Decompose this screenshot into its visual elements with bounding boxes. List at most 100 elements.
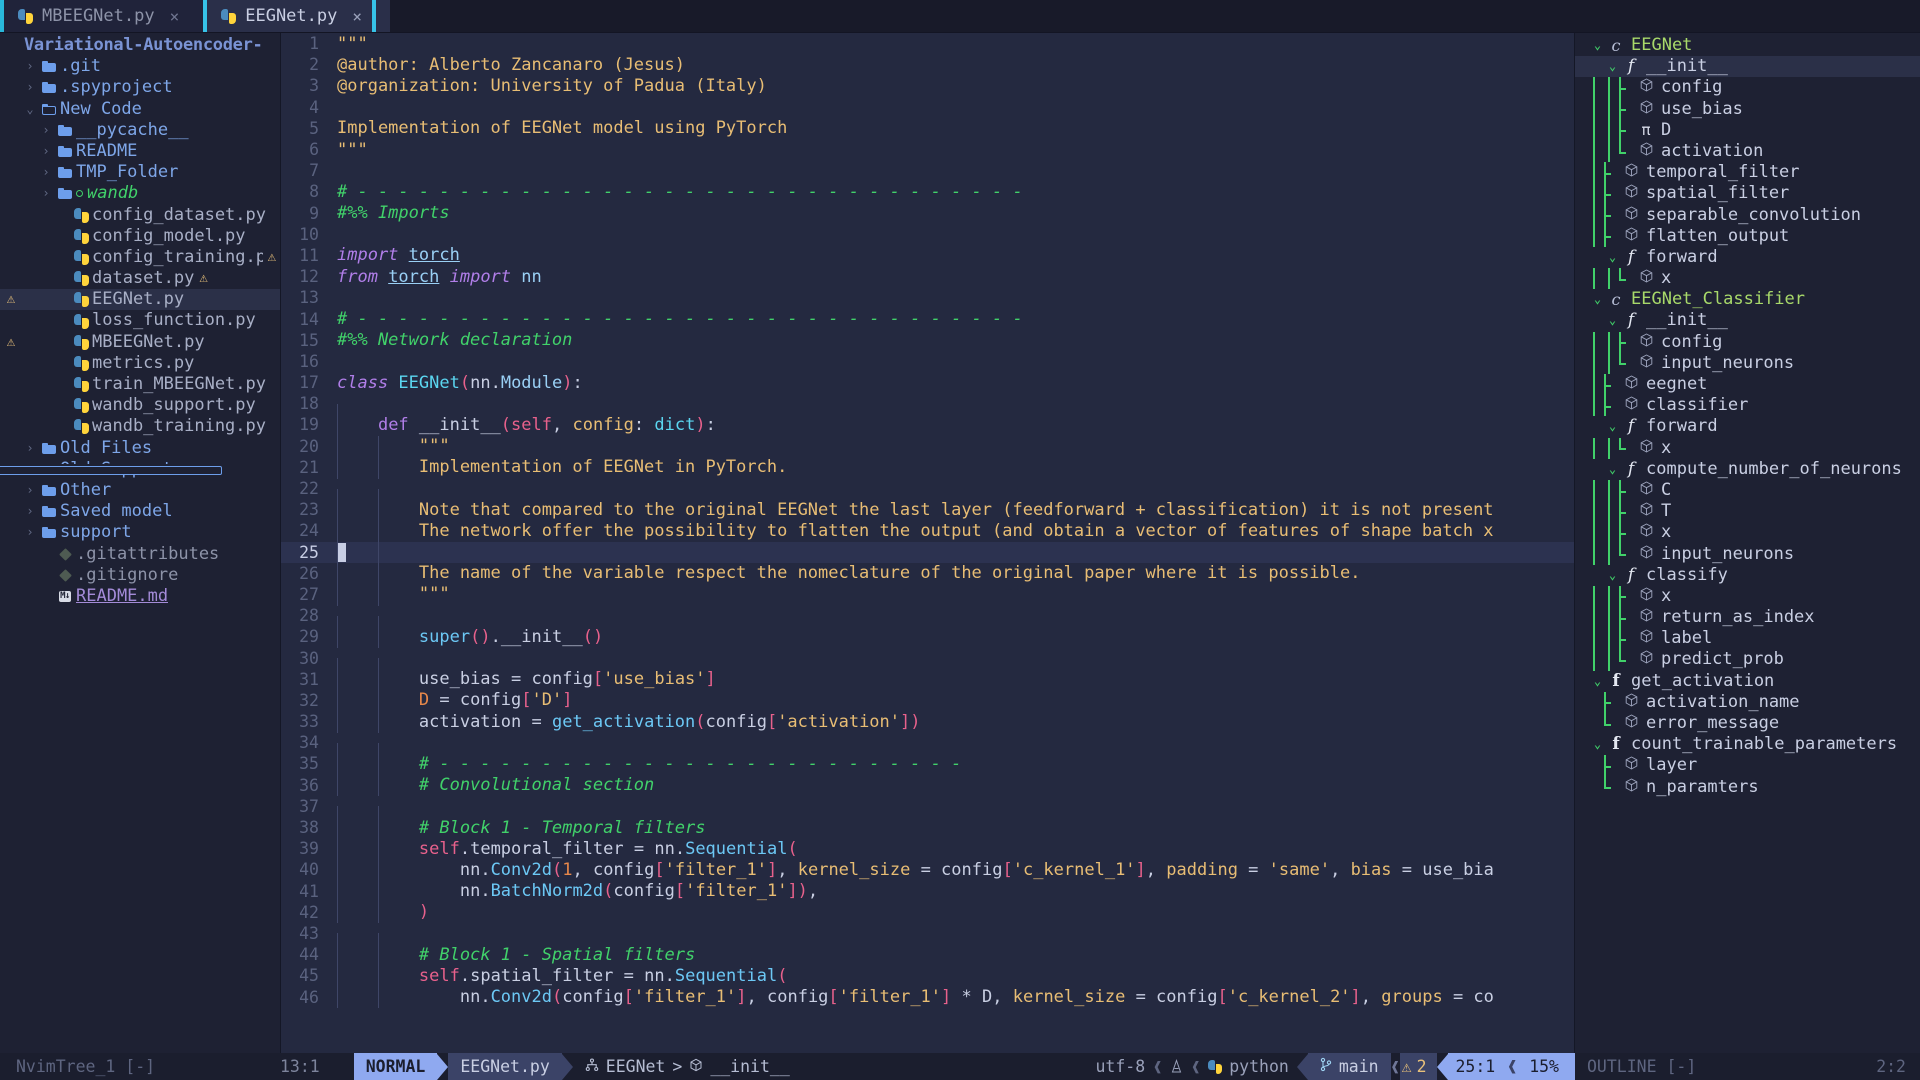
outline-item[interactable]: x xyxy=(1575,268,1920,290)
chevron-down-icon[interactable]: ⌄ xyxy=(1604,56,1621,77)
outline-item[interactable]: layer xyxy=(1575,755,1920,777)
code-line[interactable]: 28 xyxy=(281,605,1574,637)
outline-item[interactable]: eegnet xyxy=(1575,374,1920,396)
file-tree-item[interactable]: loss_function.py xyxy=(0,310,280,331)
outline-item[interactable]: input_neurons xyxy=(1575,543,1920,565)
outline-item[interactable]: ⌄ f get_activation xyxy=(1575,671,1920,692)
code-line[interactable]: 19 def __init__(self, config: dict): xyxy=(281,414,1574,437)
chevron-toggle-icon[interactable]: › xyxy=(22,56,38,77)
code-line[interactable]: 14 # - - - - - - - - - - - - - - - - - - … xyxy=(281,308,1574,329)
code-line[interactable]: 42 ) xyxy=(281,902,1574,924)
code-line[interactable]: 17 class EEGNet(nn.Module): xyxy=(281,372,1574,393)
chevron-down-icon[interactable]: ⌄ xyxy=(1604,565,1621,586)
code-line[interactable]: 35 # - - - - - - - - - - - - - - - - - -… xyxy=(281,753,1574,776)
chevron-toggle-icon[interactable]: › xyxy=(38,120,54,141)
code-line[interactable]: 1 """ xyxy=(281,33,1574,54)
chevron-toggle-icon[interactable]: › xyxy=(38,162,54,183)
outline-item[interactable]: ⌄ f classify xyxy=(1575,565,1920,586)
chevron-toggle-icon[interactable]: › xyxy=(22,501,38,522)
file-tree-item[interactable]: config_dataset.py xyxy=(0,205,280,226)
outline-item[interactable]: C xyxy=(1575,479,1920,502)
outline-item[interactable]: return_as_index xyxy=(1575,607,1920,629)
outline-item[interactable]: activation xyxy=(1575,140,1920,163)
code-line[interactable]: 13 xyxy=(281,287,1574,308)
outline-item[interactable]: x xyxy=(1575,522,1920,544)
code-line[interactable]: 29 super().__init__() xyxy=(281,626,1574,649)
code-line[interactable]: 43 xyxy=(281,923,1574,955)
code-line[interactable]: 38 # Block 1 - Temporal filters xyxy=(281,817,1574,839)
code-line[interactable]: 31 use_bias = config['use_bias'] xyxy=(281,669,1574,691)
file-tree-item[interactable]: › .spyproject xyxy=(0,77,280,98)
outline-item[interactable]: ⌄ f __init__ xyxy=(1575,56,1920,78)
code-line[interactable]: 30 xyxy=(281,647,1574,680)
outline-item[interactable]: use_bias xyxy=(1575,98,1920,120)
file-tree-item[interactable]: › .git xyxy=(0,56,280,77)
outline-item[interactable]: n_paramters xyxy=(1575,776,1920,798)
outline-item[interactable]: x xyxy=(1575,585,1920,608)
file-tree-item[interactable]: ⚠ MBEEGNet.py xyxy=(0,332,280,353)
code-line[interactable]: 45 self.spatial_filter = nn.Sequential( xyxy=(281,965,1574,988)
chevron-down-icon[interactable]: ⌄ xyxy=(1589,734,1606,755)
outline-item[interactable]: activation_name xyxy=(1575,691,1920,714)
outline-item[interactable]: T xyxy=(1575,501,1920,523)
file-tree-item[interactable]: train_MBEEGNet.py xyxy=(0,374,280,395)
code-line[interactable]: 7 xyxy=(281,160,1574,181)
code-line[interactable]: 34 xyxy=(281,732,1574,764)
outline-item[interactable]: ⌄ f forward xyxy=(1575,416,1920,437)
code-line[interactable]: 36 # Convolutional section xyxy=(281,775,1574,797)
chevron-down-icon[interactable]: ⌄ xyxy=(1604,247,1621,268)
file-tree-item[interactable]: wandb_training.py xyxy=(0,416,280,437)
file-tree-item[interactable]: M↓ README.md xyxy=(0,586,280,607)
file-tree-item[interactable]: ⚠ EEGNet.py xyxy=(0,289,280,311)
outline-item[interactable]: error_message xyxy=(1575,713,1920,734)
outline-item[interactable]: ⌄ f count_trainable_parameters xyxy=(1575,734,1920,755)
code-line[interactable]: 5 Implementation of EEGNet model using Py… xyxy=(281,118,1574,139)
code-line[interactable]: 3 @organization: University of Padua (Ita… xyxy=(281,75,1574,96)
code-line[interactable]: 20 """ xyxy=(281,436,1574,458)
code-line[interactable]: 40 nn.Conv2d(1, config['filter_1'], kern… xyxy=(281,859,1574,882)
file-tree-item[interactable]: › README xyxy=(0,141,280,162)
outline-panel[interactable]: ⌄ c EEGNet ⌄ f __init__ config use_bias π Dactiva… xyxy=(1575,33,1920,1053)
code-line[interactable]: 18 xyxy=(281,393,1574,425)
code-line[interactable]: 15 #%% Network declaration xyxy=(281,330,1574,351)
code-line[interactable]: 6 """ xyxy=(281,139,1574,160)
file-tree-item[interactable]: wandb_support.py xyxy=(0,395,280,416)
code-line[interactable]: 32 D = config['D'] xyxy=(281,690,1574,712)
code-line[interactable]: 22 xyxy=(281,478,1574,510)
chevron-toggle-icon[interactable]: › xyxy=(22,77,38,98)
file-tree-item[interactable]: › Other xyxy=(0,480,280,501)
outline-item[interactable]: ⌄ c EEGNet_Classifier xyxy=(1575,289,1920,310)
chevron-toggle-icon[interactable]: › xyxy=(22,480,38,501)
code-line[interactable]: 9 #%% Imports xyxy=(281,203,1574,224)
file-tree-item[interactable]: config_training.py ⚠ xyxy=(0,247,280,268)
file-tree-item[interactable]: › support xyxy=(0,522,280,543)
code-line[interactable]: 25 xyxy=(281,541,1574,564)
code-line[interactable]: 44 # Block 1 - Spatial filters xyxy=(281,944,1574,966)
file-tree-item[interactable]: config_model.py xyxy=(0,226,280,247)
close-icon[interactable]: × xyxy=(164,7,180,26)
code-line[interactable]: 27 """ xyxy=(281,584,1574,606)
chevron-down-icon[interactable]: ⌄ xyxy=(1589,671,1606,692)
file-explorer[interactable]: Variational-Autoencoder- › .git › .spyproje… xyxy=(0,33,280,1053)
outline-item[interactable]: πD xyxy=(1575,119,1920,142)
outline-item[interactable]: ⌄ f compute_number_of_neurons xyxy=(1575,459,1920,480)
file-tree-item[interactable]: ⌄ New Code xyxy=(0,99,280,120)
code-line[interactable]: 4 xyxy=(281,97,1574,118)
outline-item[interactable]: ⌄ c EEGNet xyxy=(1575,35,1920,56)
chevron-toggle-icon[interactable]: ⌄ xyxy=(22,99,38,120)
chevron-down-icon[interactable]: ⌄ xyxy=(1604,416,1621,437)
chevron-down-icon[interactable]: ⌄ xyxy=(1604,459,1621,480)
code-line[interactable]: 24 The network offer the possibility to … xyxy=(281,520,1574,543)
code-line[interactable]: 12 from torch import nn xyxy=(281,266,1574,287)
outline-item[interactable]: config xyxy=(1575,331,1920,354)
tab-eegnet[interactable]: EEGNet.py × xyxy=(203,0,390,32)
outline-item[interactable]: input_neurons xyxy=(1575,352,1920,374)
chevron-toggle-icon[interactable]: › xyxy=(22,522,38,543)
outline-item[interactable]: spatial_filter xyxy=(1575,183,1920,205)
code-line[interactable]: 26 The name of the variable respect the … xyxy=(281,563,1574,585)
tab-mbeegnet[interactable]: MBEEGNet.py × xyxy=(0,0,204,32)
file-tree-item[interactable]: metrics.py xyxy=(0,353,280,374)
outline-item[interactable]: flatten_output xyxy=(1575,225,1920,248)
outline-item[interactable]: ⌄ f __init__ xyxy=(1575,310,1920,331)
chevron-down-icon[interactable]: ⌄ xyxy=(1604,310,1621,331)
